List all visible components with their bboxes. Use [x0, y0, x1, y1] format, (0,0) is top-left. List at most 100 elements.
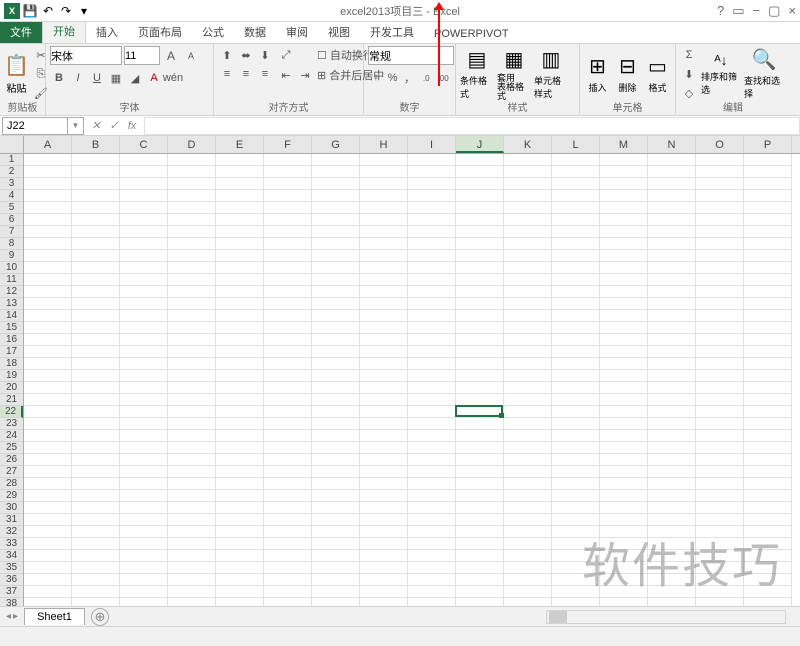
cell[interactable]	[72, 562, 120, 574]
cell[interactable]	[72, 514, 120, 526]
cell[interactable]	[72, 274, 120, 286]
cell[interactable]	[552, 154, 600, 166]
cell[interactable]	[120, 286, 168, 298]
row-header[interactable]: 34	[0, 550, 23, 562]
cell[interactable]	[456, 370, 504, 382]
cell[interactable]	[24, 286, 72, 298]
cell[interactable]	[264, 154, 312, 166]
cell[interactable]	[648, 514, 696, 526]
cell[interactable]	[600, 262, 648, 274]
cell[interactable]	[24, 310, 72, 322]
cell[interactable]	[408, 178, 456, 190]
find-select-button[interactable]: 🔍查找和选择	[744, 46, 784, 101]
cell[interactable]	[216, 526, 264, 538]
cell[interactable]	[168, 226, 216, 238]
cell[interactable]	[648, 562, 696, 574]
cell[interactable]	[408, 346, 456, 358]
cell[interactable]	[504, 310, 552, 322]
row-header[interactable]: 5	[0, 202, 23, 214]
cell[interactable]	[168, 418, 216, 430]
cell[interactable]	[504, 190, 552, 202]
cell[interactable]	[648, 586, 696, 598]
cell[interactable]	[24, 166, 72, 178]
cell[interactable]	[72, 442, 120, 454]
cell[interactable]	[408, 562, 456, 574]
currency-icon[interactable]: ♀	[368, 69, 384, 87]
cell[interactable]	[408, 514, 456, 526]
row-header[interactable]: 6	[0, 214, 23, 226]
cell[interactable]	[696, 514, 744, 526]
percent-icon[interactable]: %	[385, 69, 401, 87]
cell[interactable]	[264, 322, 312, 334]
cell[interactable]	[552, 358, 600, 370]
tab-home[interactable]: 开始	[42, 19, 86, 43]
cell[interactable]	[72, 262, 120, 274]
cell[interactable]	[312, 238, 360, 250]
cell[interactable]	[408, 322, 456, 334]
cell[interactable]	[408, 418, 456, 430]
cell[interactable]	[168, 586, 216, 598]
cell[interactable]	[600, 178, 648, 190]
tab-file[interactable]: 文件	[0, 21, 42, 43]
cell[interactable]	[552, 250, 600, 262]
cell[interactable]	[408, 442, 456, 454]
cell[interactable]	[504, 442, 552, 454]
cell[interactable]	[552, 538, 600, 550]
cell[interactable]	[504, 274, 552, 286]
cell[interactable]	[216, 226, 264, 238]
cell[interactable]	[456, 406, 504, 418]
cell[interactable]	[264, 406, 312, 418]
cell[interactable]	[216, 478, 264, 490]
cell[interactable]	[360, 562, 408, 574]
cell[interactable]	[552, 202, 600, 214]
cell[interactable]	[696, 394, 744, 406]
cell[interactable]	[72, 154, 120, 166]
cell[interactable]	[312, 586, 360, 598]
cell[interactable]	[264, 250, 312, 262]
cell[interactable]	[504, 154, 552, 166]
cell[interactable]	[744, 334, 792, 346]
cell[interactable]	[408, 310, 456, 322]
cell[interactable]	[312, 526, 360, 538]
cell[interactable]	[24, 262, 72, 274]
cell[interactable]	[216, 178, 264, 190]
cell[interactable]	[600, 394, 648, 406]
cell[interactable]	[312, 466, 360, 478]
tab-review[interactable]: 审阅	[276, 21, 318, 43]
cell[interactable]	[552, 514, 600, 526]
column-header[interactable]: M	[600, 136, 648, 153]
cell[interactable]	[24, 502, 72, 514]
cell[interactable]	[408, 430, 456, 442]
cell[interactable]	[168, 454, 216, 466]
row-header[interactable]: 13	[0, 298, 23, 310]
cell[interactable]	[312, 370, 360, 382]
cell[interactable]	[744, 202, 792, 214]
cell[interactable]	[216, 562, 264, 574]
cell[interactable]	[744, 310, 792, 322]
cell[interactable]	[360, 406, 408, 418]
cell[interactable]	[264, 202, 312, 214]
cell[interactable]	[264, 490, 312, 502]
cell[interactable]	[216, 190, 264, 202]
cell[interactable]	[216, 550, 264, 562]
cell[interactable]	[216, 286, 264, 298]
cell[interactable]	[744, 586, 792, 598]
cell[interactable]	[360, 274, 408, 286]
cell[interactable]	[360, 586, 408, 598]
cell[interactable]	[552, 406, 600, 418]
cell[interactable]	[120, 238, 168, 250]
row-header[interactable]: 16	[0, 334, 23, 346]
cell[interactable]	[216, 262, 264, 274]
cell[interactable]	[744, 322, 792, 334]
cell[interactable]	[72, 202, 120, 214]
cell[interactable]	[360, 358, 408, 370]
row-header[interactable]: 29	[0, 490, 23, 502]
cell[interactable]	[456, 550, 504, 562]
cell[interactable]	[552, 334, 600, 346]
cell[interactable]	[456, 382, 504, 394]
cell[interactable]	[216, 538, 264, 550]
cell[interactable]	[168, 274, 216, 286]
cell[interactable]	[456, 418, 504, 430]
cell[interactable]	[744, 514, 792, 526]
cell[interactable]	[456, 190, 504, 202]
